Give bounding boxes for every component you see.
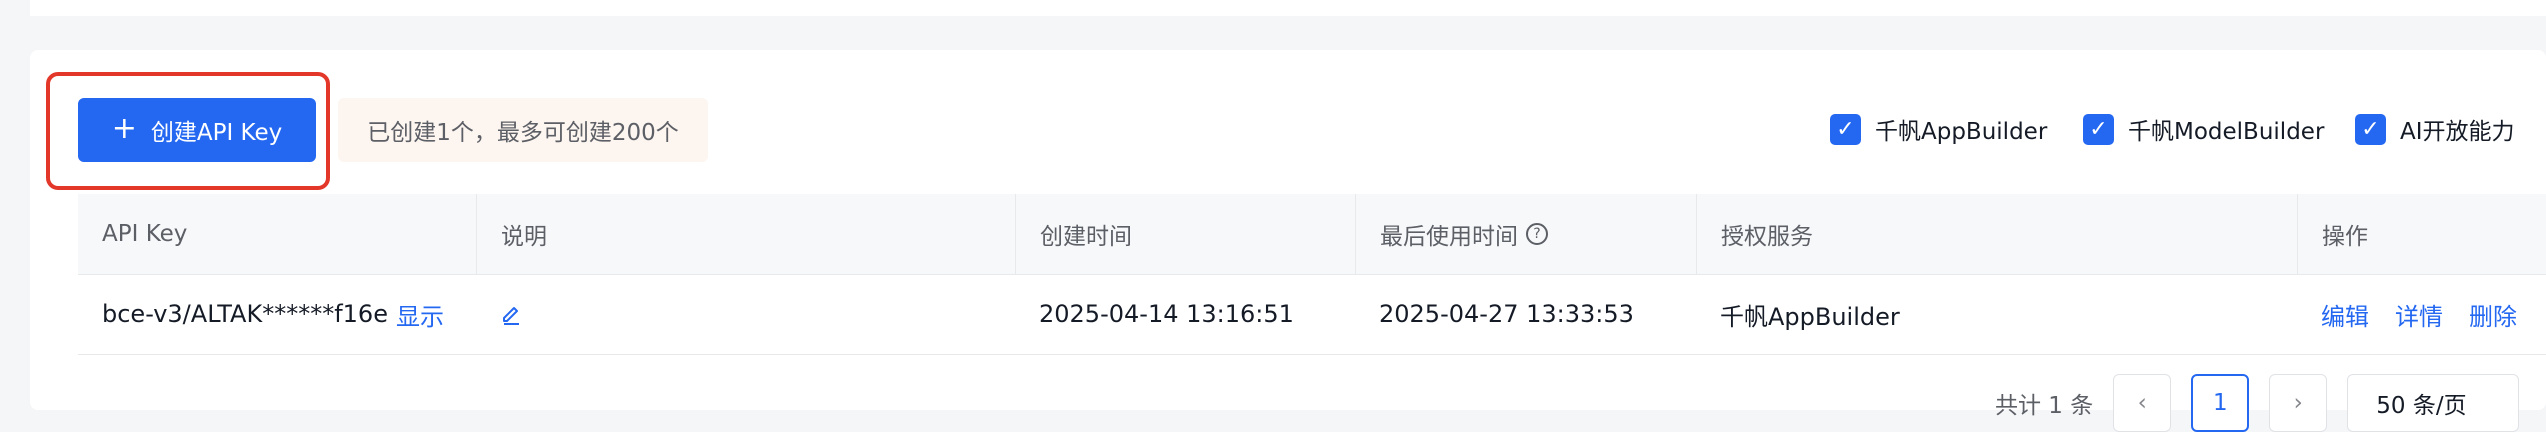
header-last-used: 最后使用时间 ? [1355,194,1696,274]
next-page-button[interactable]: › [2269,374,2328,432]
created-time-value: 2025-04-14 13:16:51 [1039,300,1294,328]
quota-badge: 已创建1个，最多可创建200个 [338,98,708,162]
checkbox-checked-icon[interactable]: ✓ [2355,113,2386,145]
plus-icon: + [111,111,137,146]
cell-created: 2025-04-14 13:16:51 [1015,274,1355,354]
header-description-label: 说明 [501,224,547,250]
last-used-time-value: 2025-04-27 13:33:53 [1379,300,1634,328]
checkbox-checked-icon[interactable]: ✓ [2083,113,2114,145]
services-value: 千帆AppBuilder [1720,302,1900,331]
top-card [30,0,2546,16]
header-actions: 操作 [2297,194,2546,274]
header-description: 说明 [476,194,1015,274]
table-row: bce-v3/ALTAK******f16e 显示 2025-04-14 13:… [78,274,2546,355]
edit-pencil-icon[interactable] [500,303,522,325]
filter-label: 千帆ModelBuilder [2128,119,2325,145]
header-api-key: API Key [78,194,476,274]
api-key-value: bce-v3/ALTAK******f16e [102,300,388,328]
header-api-key-label: API Key [102,221,188,247]
cell-services: 千帆AppBuilder [1696,274,2297,354]
filter-label: AI开放能力 [2400,119,2515,145]
header-last-used-label: 最后使用时间 [1380,224,1518,250]
filter-label: 千帆AppBuilder [1875,119,2048,145]
checkbox-checked-icon[interactable]: ✓ [1830,113,1861,145]
chevron-right-icon: › [2293,390,2303,416]
filter-ai-open[interactable]: ✓ AI开放能力 [2355,110,2515,148]
filter-modelbuilder[interactable]: ✓ 千帆ModelBuilder [2083,110,2324,148]
page-1-button[interactable]: 1 [2191,374,2250,432]
pagination: 共计 1 条 ‹ 1 › 50 条/页 [1995,374,2520,432]
quota-text: 已创建1个，最多可创建200个 [367,120,679,146]
cell-api-key: bce-v3/ALTAK******f16e 显示 [78,274,476,354]
header-actions-label: 操作 [2322,224,2368,250]
total-count: 共计 1 条 [1995,393,2094,419]
create-api-key-label: 创建API Key [150,120,283,146]
prev-page-button[interactable]: ‹ [2113,374,2172,432]
cell-actions: 编辑 详情 删除 [2297,274,2546,354]
cell-last-used: 2025-04-27 13:33:53 [1355,274,1696,354]
header-created: 创建时间 [1015,194,1355,274]
api-key-table: API Key 说明 创建时间 最后使用时间 ? 授权服务 操作 bce-v3/… [78,194,2546,355]
filter-appbuilder[interactable]: ✓ 千帆AppBuilder [1830,110,2047,148]
detail-link[interactable]: 详情 [2395,297,2443,332]
show-key-link[interactable]: 显示 [396,297,444,332]
edit-link[interactable]: 编辑 [2321,297,2369,332]
page-size-select[interactable]: 50 条/页 [2347,374,2520,432]
header-services-label: 授权服务 [1721,224,1813,250]
table-header: API Key 说明 创建时间 最后使用时间 ? 授权服务 操作 [78,194,2546,275]
create-api-key-button[interactable]: + 创建API Key [78,98,316,162]
delete-link[interactable]: 删除 [2469,297,2517,332]
help-icon[interactable]: ? [1526,223,1548,245]
cell-description [476,274,1015,354]
header-created-label: 创建时间 [1040,224,1132,250]
chevron-left-icon: ‹ [2137,390,2147,416]
header-services: 授权服务 [1696,194,2297,274]
